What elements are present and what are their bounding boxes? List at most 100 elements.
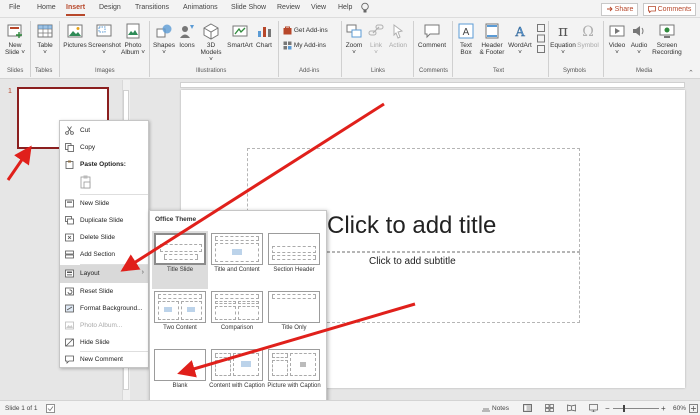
zoom-in-button[interactable]: + [661,404,666,413]
zoom-slider[interactable] [613,408,659,409]
tab-home[interactable]: Home [37,4,56,11]
tab-insert[interactable]: Insert [66,4,86,16]
zoom-button[interactable]: Zoom ˅ [343,22,365,56]
share-button[interactable]: Share [601,3,638,16]
omega-icon: Ω [582,24,594,40]
layout-blank[interactable]: Blank [152,347,208,405]
screenshot-button[interactable]: Screenshot ˅ [88,22,121,56]
title-placeholder-text[interactable]: Click to add title [327,212,496,240]
symbol-button[interactable]: Ω Symbol [576,22,600,49]
tab-transitions[interactable]: Transitions [135,4,169,11]
group-label-links: Links [371,68,386,74]
layout-two-content[interactable]: Two Content [152,289,208,347]
header-footer-icon [485,23,499,39]
layout-title-only[interactable]: Title Only [266,289,322,347]
tab-view[interactable]: View [311,4,326,11]
menu-item-layout[interactable]: Layout › [60,265,148,283]
photo-album-button[interactable]: Photo Album ˅ [120,22,146,56]
menu-item-reset-slide[interactable]: Reset Slide [60,284,148,300]
paste-option-icon[interactable] [80,175,92,189]
layout-comparison[interactable]: Comparison [209,289,265,347]
menu-item-duplicate-slide[interactable]: Duplicate Slide [60,213,148,229]
smartart-button[interactable]: SmartArt [226,22,254,49]
share-icon [606,6,613,12]
speaker-icon [633,26,644,36]
shapes-button[interactable]: Shapes ˅ [152,22,176,56]
reading-view-icon[interactable] [567,404,576,412]
group-separator [341,21,342,77]
new-slide-button[interactable]: New Slide ˅ [3,22,27,56]
collapse-ribbon-icon[interactable]: ⌃ [688,69,694,77]
text-small-options-icon[interactable] [536,24,546,56]
tab-slide-show[interactable]: Slide Show [231,4,266,11]
menu-item-copy[interactable]: Copy [60,140,148,156]
audio-button[interactable]: Audio ˅ [628,22,650,56]
menu-item-hide-slide[interactable]: Hide Slide [60,335,148,351]
layout-section-header[interactable]: Section Header [266,231,322,289]
layout-picture-with-caption[interactable]: Picture with Caption [266,347,322,405]
3d-models-button[interactable]: 3D Models ˅ [198,22,224,63]
menu-item-paste-options: Paste Options: [60,157,148,173]
tab-review[interactable]: Review [277,4,300,11]
comment-button[interactable]: Comment [417,22,447,49]
zoom-level[interactable]: 60% [673,405,686,412]
screen-recording-button[interactable]: Screen Recording [650,22,684,56]
header-footer-button[interactable]: Header & Footer [477,22,507,56]
action-button[interactable]: Action [387,22,409,49]
fit-to-window-icon[interactable] [689,404,698,413]
slide-sorter-icon[interactable] [545,404,554,412]
tab-design[interactable]: Design [99,4,121,11]
my-addins-button[interactable]: My Add-ins [283,41,341,50]
notes-button[interactable]: Notes [492,405,509,412]
pictures-button[interactable]: Pictures [62,22,88,49]
zoom-slider-thumb[interactable] [623,405,625,412]
menu-item-new-slide[interactable]: New Slide [60,196,148,212]
lightbulb-icon[interactable] [360,2,370,16]
comments-label: Comments [657,6,692,13]
menu-item-delete-slide[interactable]: Delete Slide [60,230,148,246]
menu-item-cut[interactable]: Cut [60,123,148,139]
layout-gallery: Office Theme Title Slide Title and Conte… [149,210,327,410]
video-button[interactable]: Video ˅ [606,22,628,56]
menu-item-format-background[interactable]: Format Background... [60,301,148,317]
wordart-button[interactable]: A WordArt ˅ [507,22,533,56]
tab-file[interactable]: File [9,4,20,11]
icons-icon [180,25,194,38]
menu-item-add-section[interactable]: Add Section [60,247,148,263]
accessibility-icon[interactable] [46,404,55,413]
layout-preview [211,349,263,381]
layout-icon [65,269,74,278]
slideshow-icon[interactable] [589,404,598,412]
text-box-icon: A [458,23,474,39]
table-icon [37,24,53,38]
layout-title-and-content[interactable]: Title and Content [209,231,265,289]
text-box-button[interactable]: A Text Box [455,22,477,56]
slide-count: Slide 1 of 1 [5,405,38,412]
get-addins-button[interactable]: Get Add-ins [283,26,341,35]
menu-bar: File Home Insert Design Transitions Anim… [0,0,700,18]
menu-item-new-comment[interactable]: New Comment [60,352,148,368]
layout-content-with-caption[interactable]: Content with Caption [209,347,265,405]
duplicate-slide-icon [65,216,74,225]
hide-slide-icon [65,338,74,347]
table-button[interactable]: Table ˅ [33,22,57,56]
tab-animations[interactable]: Animations [183,4,218,11]
link-button[interactable]: Link ˅ [366,22,386,56]
tab-help[interactable]: Help [338,4,352,11]
subtitle-placeholder-text[interactable]: Click to add subtitle [369,256,456,267]
normal-view-icon[interactable] [523,404,532,412]
chart-button[interactable]: Chart [254,22,274,49]
equation-button[interactable]: π Equation ˅ [550,22,576,56]
menu-item-photo-album[interactable]: Photo Album... [60,318,148,334]
zoom-out-button[interactable]: − [605,404,610,413]
group-label-illustrations: Illustrations [196,68,227,74]
group-label-slides: Slides [7,68,24,74]
comments-button[interactable]: Comments [643,3,696,16]
icons-button[interactable]: Icons [176,22,198,49]
group-label-tables: Tables [35,68,53,74]
layout-title-slide[interactable]: Title Slide [152,231,208,289]
copy-icon [65,143,74,152]
smartart-icon [232,25,248,37]
group-separator [413,21,414,77]
submenu-arrow-icon: › [141,269,144,276]
